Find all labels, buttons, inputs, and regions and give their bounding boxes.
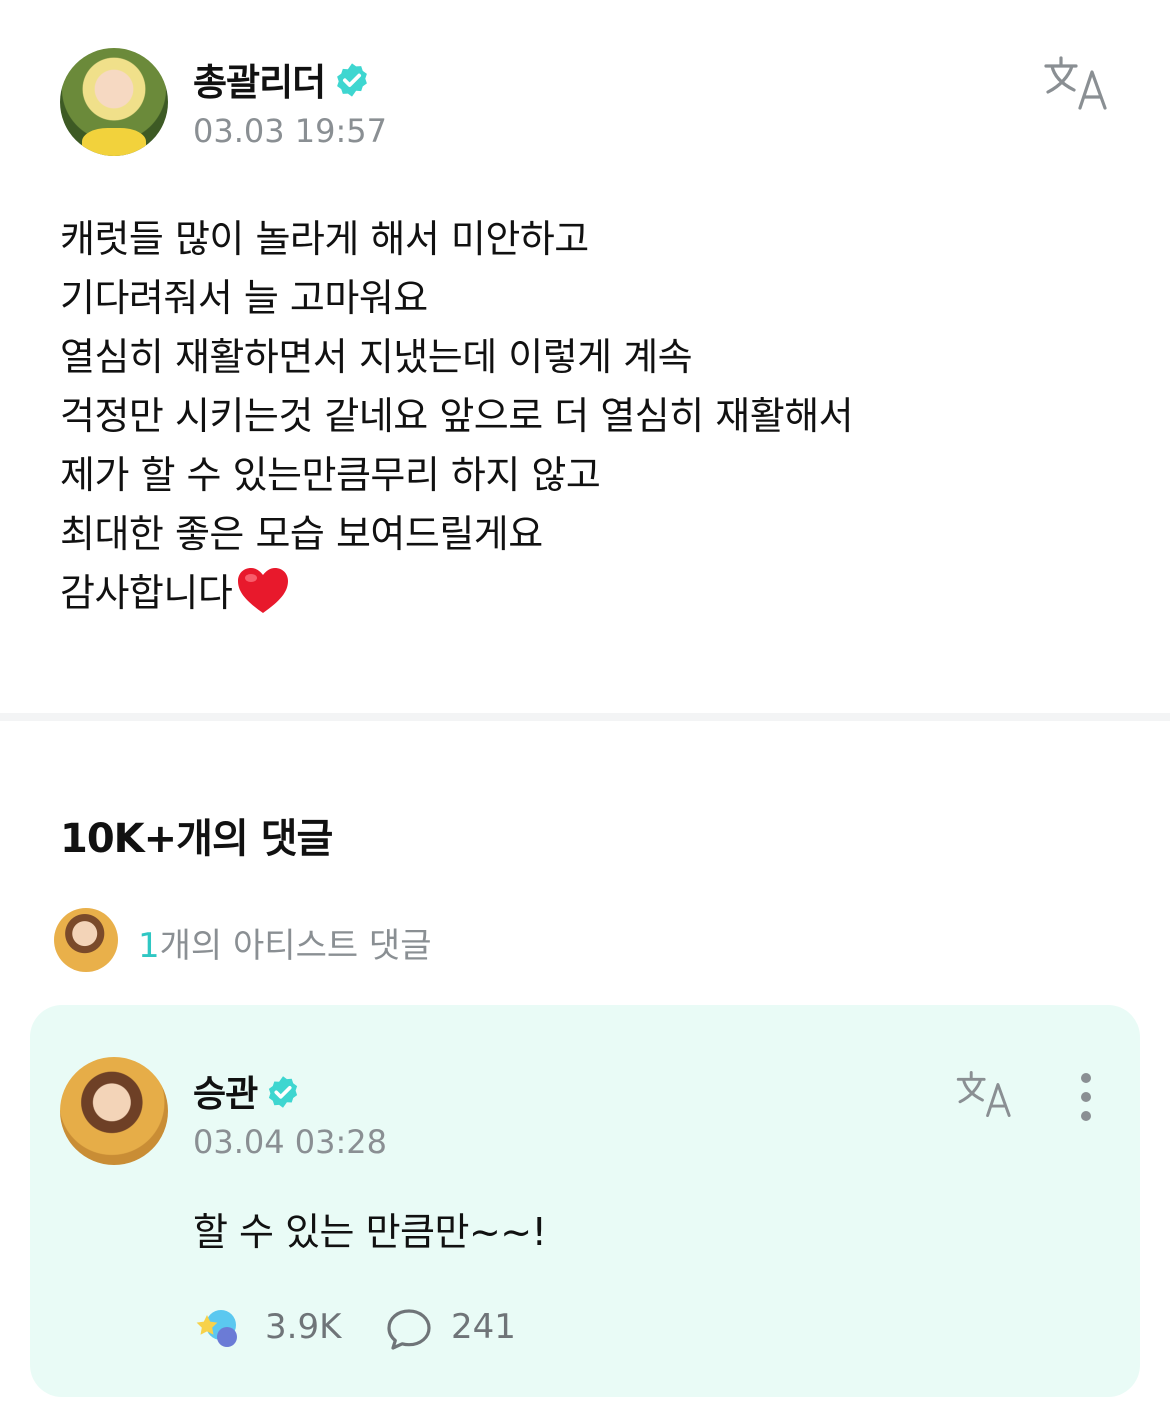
reaction-icon[interactable] bbox=[193, 1305, 245, 1351]
artist-comments-label[interactable]: 1개의 아티스트 댓글 bbox=[138, 918, 432, 967]
author-avatar[interactable] bbox=[60, 48, 168, 156]
post-line: 감사합니다 bbox=[60, 571, 233, 615]
post-header: 총괄리더 03.03 19:57 bbox=[60, 48, 1130, 158]
artist-avatar bbox=[54, 908, 118, 972]
post-line: 기다려줘서 늘 고마워요 bbox=[60, 276, 428, 320]
post-line: 제가 할 수 있는만큼무리 하지 않고 bbox=[60, 453, 601, 497]
translate-icon[interactable] bbox=[955, 1069, 1015, 1119]
comment-author-avatar[interactable] bbox=[60, 1057, 168, 1165]
more-options-icon[interactable] bbox=[1076, 1071, 1096, 1123]
reaction-count: 3.9K bbox=[265, 1307, 342, 1347]
post-last-line: 감사합니다 bbox=[60, 564, 1120, 623]
comment-author-name[interactable]: 승관 bbox=[193, 1074, 258, 1115]
section-divider bbox=[0, 713, 1170, 721]
post-line: 캐럿들 많이 놀라게 해서 미안하고 bbox=[60, 217, 589, 261]
verified-badge-icon bbox=[265, 1074, 301, 1119]
post-timestamp: 03.03 19:57 bbox=[193, 112, 387, 150]
comment-author-row[interactable]: 승관 bbox=[193, 1065, 301, 1119]
comment-timestamp: 03.04 03:28 bbox=[193, 1123, 387, 1161]
verified-badge-icon bbox=[333, 61, 371, 108]
post-line: 걱정만 시키는것 같네요 앞으로 더 열심히 재활해서 bbox=[60, 394, 854, 438]
post-line: 열심히 재활하면서 지냈는데 이렇게 계속 bbox=[60, 335, 693, 379]
comment-text: 할 수 있는 만큼만~~! bbox=[193, 1210, 547, 1254]
translate-icon[interactable] bbox=[1044, 54, 1110, 112]
reply-icon[interactable] bbox=[385, 1307, 433, 1351]
artist-comment-count: 1 bbox=[138, 926, 160, 966]
post-line: 최대한 좋은 모습 보여드릴게요 bbox=[60, 512, 543, 556]
artist-comment-card[interactable]: 승관 03.04 03:28 할 수 있는 만큼만~~! 3.9K 241 bbox=[30, 1005, 1140, 1397]
author-name-row[interactable]: 총괄리더 bbox=[193, 52, 371, 108]
author-name[interactable]: 총괄리더 bbox=[193, 61, 326, 104]
reply-count: 241 bbox=[451, 1307, 516, 1347]
artist-comment-text: 개의 아티스트 댓글 bbox=[159, 926, 432, 966]
heart-emoji bbox=[236, 566, 290, 616]
post-body: 캐럿들 많이 놀라게 해서 미안하고 기다려줘서 늘 고마워요 열심히 재활하면… bbox=[60, 210, 1120, 623]
comments-count-title: 10K+개의 댓글 bbox=[60, 816, 333, 862]
